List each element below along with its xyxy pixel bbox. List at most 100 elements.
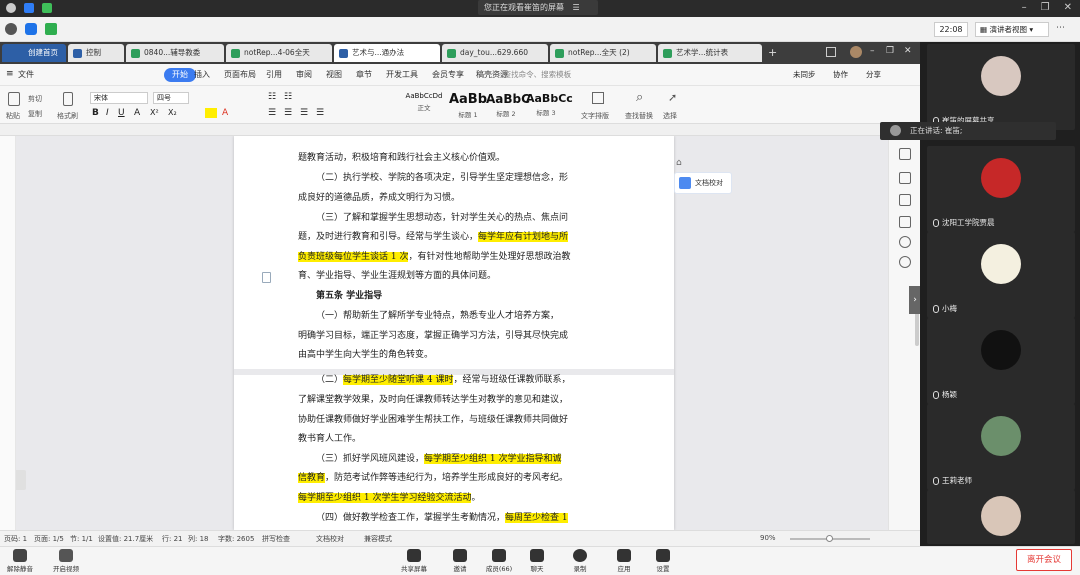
menu-item[interactable]: 文件 bbox=[18, 68, 34, 82]
strikethrough-icon[interactable]: A bbox=[134, 108, 140, 118]
participant-tile[interactable]: 小梅 bbox=[927, 232, 1075, 318]
info-icon[interactable] bbox=[5, 23, 17, 35]
participant-tile[interactable]: 杨颖 bbox=[927, 318, 1075, 404]
document-line[interactable]: 第五条 学业指导 bbox=[316, 286, 616, 306]
status-words[interactable]: 字数: 2605 bbox=[218, 534, 254, 544]
align-center-icon[interactable]: ☰ bbox=[284, 108, 292, 118]
align-right-icon[interactable]: ☰ bbox=[300, 108, 308, 118]
ruler[interactable] bbox=[0, 124, 920, 136]
font-color-icon[interactable]: A bbox=[222, 108, 228, 118]
outline-toggle-icon[interactable] bbox=[16, 470, 26, 490]
bold-icon[interactable]: B bbox=[92, 108, 99, 118]
wps-minimize-icon[interactable]: – bbox=[870, 46, 875, 56]
cut-button[interactable]: 剪切 bbox=[28, 94, 42, 104]
menu-item[interactable]: 页面布局 bbox=[224, 68, 256, 82]
highlight-icon[interactable] bbox=[205, 108, 217, 118]
wps-close-icon[interactable]: ✕ bbox=[904, 46, 912, 56]
document-canvas[interactable]: 题教育活动，积极培育和践行社会主义核心价值观。 （二）执行学校、学院的各项决定，引… bbox=[16, 136, 888, 530]
font-size-select[interactable]: 四号 bbox=[153, 92, 189, 104]
document-tab[interactable]: 控制 bbox=[68, 44, 124, 62]
align-justify-icon[interactable]: ☰ bbox=[316, 108, 324, 118]
participant-tile[interactable] bbox=[927, 490, 1075, 544]
menu-item[interactable]: 章节 bbox=[356, 68, 372, 82]
document-line[interactable]: （三）抓好学风班风建设，每学期至少组织 1 次学业指导和诚 bbox=[316, 449, 616, 469]
menu-item[interactable]: 引用 bbox=[266, 68, 282, 82]
invite-button[interactable]: 邀请 bbox=[442, 549, 478, 573]
wps-restore-icon[interactable]: ❐ bbox=[886, 46, 894, 56]
document-line[interactable]: （二）每学期至少随堂听课 4 课时，经常与班级任课教师联系， bbox=[316, 370, 616, 390]
participant-tile[interactable]: 崔笛的屏幕共享 bbox=[927, 44, 1075, 130]
document-proofread-button[interactable]: 文档校对 bbox=[674, 172, 732, 194]
new-tab-icon[interactable]: + bbox=[768, 46, 777, 59]
members-button[interactable]: 成员(66) bbox=[481, 549, 517, 573]
bullet-list-icon[interactable]: ☷ bbox=[268, 92, 276, 102]
document-line[interactable]: 题教育活动，积极培育和践行社会主义核心价值观。 bbox=[298, 148, 598, 168]
document-line[interactable]: 教书育人工作。 bbox=[298, 429, 598, 449]
record-button[interactable]: 录制 bbox=[562, 549, 598, 573]
share-screen-button[interactable]: 共享屏幕 bbox=[396, 549, 432, 573]
document-line[interactable]: 明确学习目标，端正学习态度，掌握正确学习方法，引导其尽快完成 bbox=[298, 326, 598, 346]
location-icon[interactable] bbox=[899, 256, 911, 268]
menu-item[interactable]: 开发工具 bbox=[386, 68, 418, 82]
menu-item[interactable]: 审阅 bbox=[296, 68, 312, 82]
document-line[interactable]: （二）执行学校、学院的各项决定，引导学生坚定理想信念，形 bbox=[316, 168, 616, 188]
status-proofread[interactable]: 文档校对 bbox=[316, 534, 344, 544]
document-line[interactable]: 协助任课教师做好学业困难学生帮扶工作，与班级任课教师共同做好 bbox=[298, 410, 598, 430]
text-layout-icon[interactable] bbox=[592, 92, 604, 104]
document-line[interactable]: （四）做好教学检查工作，掌握学生考勤情况，每周至少检查 1 bbox=[316, 508, 616, 528]
paragraph-marker-icon[interactable] bbox=[262, 272, 271, 283]
superscript-icon[interactable]: X² bbox=[150, 108, 159, 117]
settings-button[interactable]: 设置 bbox=[645, 549, 681, 573]
restore-icon[interactable]: ❐ bbox=[1041, 2, 1050, 13]
format-painter-icon[interactable] bbox=[63, 92, 73, 106]
pen-icon[interactable] bbox=[899, 148, 911, 160]
copy-button[interactable]: 复制 bbox=[28, 109, 42, 119]
cursor-icon[interactable]: ➚ bbox=[668, 91, 677, 104]
document-tab[interactable]: 艺术学...统计表 bbox=[658, 44, 762, 62]
font-select[interactable]: 宋体 bbox=[90, 92, 148, 104]
more-icon[interactable]: ⋯ bbox=[1056, 23, 1065, 33]
document-line[interactable]: 每学期至少组织 1 次学生学习经验交流活动。 bbox=[298, 488, 598, 508]
document-tab[interactable]: notRep...4-06全天 bbox=[226, 44, 332, 62]
paste-icon[interactable] bbox=[8, 92, 20, 106]
pointer-icon[interactable] bbox=[899, 172, 911, 184]
share-button[interactable]: 分享 bbox=[866, 69, 881, 80]
document-line[interactable]: 信教育，防范考试作弊等违纪行为，培养学生形成良好的考风考纪。 bbox=[298, 468, 598, 488]
menu-item[interactable]: 插入 bbox=[194, 68, 210, 82]
menu-item[interactable]: 视图 bbox=[326, 68, 342, 82]
italic-icon[interactable]: I bbox=[106, 108, 109, 118]
style-option[interactable]: AaBbC 标题 2 bbox=[486, 92, 530, 120]
layout-icon[interactable] bbox=[899, 216, 911, 228]
document-tab[interactable]: 0840...辅导教委 bbox=[126, 44, 224, 62]
subscript-icon[interactable]: X₂ bbox=[168, 108, 177, 117]
document-line[interactable]: （一）帮助新生了解所学专业特点，熟悉专业人才培养方案， bbox=[316, 306, 616, 326]
find-replace-icon[interactable]: ⌕ bbox=[636, 90, 643, 105]
participant-tile[interactable]: 沈阳工学院贾晨 bbox=[927, 146, 1075, 232]
document-page[interactable]: 题教育活动，积极培育和践行社会主义核心价值观。 （二）执行学校、学院的各项决定，引… bbox=[234, 136, 674, 530]
numbered-list-icon[interactable]: ☷ bbox=[284, 92, 292, 102]
document-line[interactable]: 了解课堂教学效果，及时向任课教师转达学生对教学的意见和建议， bbox=[298, 390, 598, 410]
search-command[interactable]: ⌕ 查找命令、搜索模板 bbox=[497, 69, 571, 80]
chat-button[interactable]: 聊天 bbox=[519, 549, 555, 573]
user-avatar[interactable] bbox=[850, 46, 862, 58]
document-line[interactable]: 由高中学生向大学生的角色转变。 bbox=[298, 345, 598, 365]
minimize-icon[interactable]: – bbox=[1022, 2, 1027, 13]
mic-muted-button[interactable]: 解除静音 bbox=[2, 549, 38, 573]
security-icon[interactable] bbox=[25, 23, 37, 35]
apps-button[interactable]: 应用 bbox=[606, 549, 642, 573]
collapse-icon[interactable]: ⌂ bbox=[676, 158, 682, 168]
window-icon[interactable] bbox=[826, 47, 836, 57]
document-line[interactable]: 育、学业指导、学业生涯规划等方面的具体问题。 bbox=[298, 266, 598, 286]
view-mode-select[interactable]: ▦ 演讲者视图 ▾ bbox=[975, 22, 1049, 37]
network-icon[interactable] bbox=[45, 23, 57, 35]
document-line[interactable]: 成良好的道德品质，养成文明行为习惯。 bbox=[298, 188, 598, 208]
style-option[interactable]: AaBb 标题 1 bbox=[448, 92, 488, 120]
zoom-slider-handle[interactable] bbox=[826, 535, 833, 542]
sync-status[interactable]: 未同步 bbox=[793, 69, 816, 80]
underline-icon[interactable]: U bbox=[118, 108, 125, 118]
library-icon[interactable] bbox=[899, 194, 911, 206]
collaborate-button[interactable]: 协作 bbox=[833, 69, 848, 80]
document-tab[interactable]: 艺术与...通办法 bbox=[334, 44, 440, 62]
participant-tile[interactable]: 王莉老师 bbox=[927, 404, 1075, 490]
document-tab[interactable]: day_tou...629.660 bbox=[442, 44, 548, 62]
